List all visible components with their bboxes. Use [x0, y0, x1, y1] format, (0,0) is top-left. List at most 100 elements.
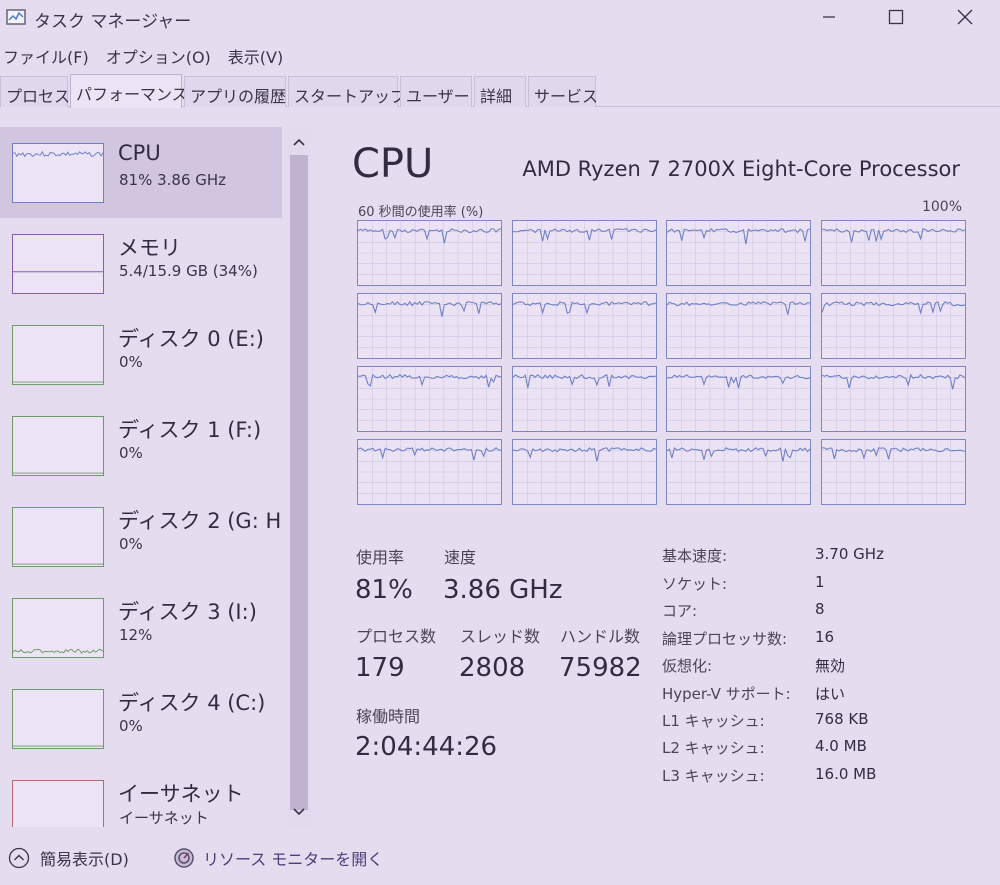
scroll-thumb[interactable] [290, 155, 308, 810]
tab-performance[interactable]: パフォーマンス [70, 74, 188, 108]
spec-value-l2-cache: 4.0 MB [815, 737, 867, 755]
spec-label-virtualization: 仮想化: [662, 657, 713, 675]
tab-startup[interactable]: スタートアップ [288, 76, 406, 107]
cpu-model-name: AMD Ryzen 7 2700X Eight-Core Processor [522, 157, 960, 181]
sidebar-item-title: イーサネット [118, 782, 244, 806]
logical-processor-graphs [357, 220, 966, 506]
scroll-up-button[interactable] [287, 131, 311, 153]
spec-label-base-speed: 基本速度: [662, 547, 728, 565]
cpu-detail-panel: CPU AMD Ryzen 7 2700X Eight-Core Process… [330, 127, 990, 827]
title-bar: タスク マネージャー [0, 0, 1000, 36]
handles-label: ハンドル数 [560, 627, 641, 646]
spec-label-l3-cache: L3 キャッシュ: [662, 767, 765, 785]
sidebar-item-title: ディスク 1 (F:) [118, 418, 262, 442]
usage-label: 使用率 [356, 548, 405, 567]
sidebar-item-subtitle: 12% [119, 626, 153, 644]
spec-label-l2-cache: L2 キャッシュ: [662, 739, 765, 757]
tab-app-history[interactable]: アプリの履歴 [184, 76, 286, 107]
sidebar-item-disk-1[interactable]: ディスク 1 (F:) 0% [0, 400, 282, 491]
spec-label-logical-processors: 論理プロセッサ数: [662, 630, 788, 648]
disk-thumbnail-graph [12, 507, 104, 567]
menu-file[interactable]: ファイル(F) [0, 42, 97, 70]
page-title: CPU [352, 141, 434, 187]
sidebar-scrollbar[interactable] [287, 127, 311, 827]
maximize-icon [888, 9, 904, 25]
logical-processor-graph-2 [666, 220, 811, 286]
handles-value: 75982 [559, 653, 642, 683]
close-icon [957, 9, 973, 25]
task-manager-icon [6, 9, 26, 25]
open-resource-monitor-link[interactable]: リソース モニターを開く [173, 846, 383, 870]
logical-processor-graph-0 [357, 220, 502, 286]
ethernet-thumbnail-graph [12, 780, 104, 827]
graph-max-label: 100% [921, 199, 962, 215]
spec-value-hyperv: はい [815, 685, 846, 703]
tab-details[interactable]: 詳細 [474, 76, 526, 107]
sidebar-item-subtitle: イーサネット [119, 809, 209, 827]
tab-users[interactable]: ユーザー [400, 76, 472, 107]
sidebar-item-disk-3[interactable]: ディスク 3 (I:) 12% [0, 582, 282, 673]
logical-processor-graph-6 [666, 293, 811, 359]
chevron-down-icon [293, 808, 305, 816]
logical-processor-graph-5 [511, 293, 657, 359]
sidebar-item-ethernet[interactable]: イーサネット イーサネット [0, 764, 282, 827]
fewer-details-label: 簡易表示(D) [40, 850, 129, 869]
close-button[interactable] [942, 0, 988, 34]
footer-bar: 簡易表示(D) リソース モニターを開く [0, 840, 1000, 880]
spec-label-sockets: ソケット: [662, 575, 728, 593]
open-resource-monitor-label: リソース モニターを開く [203, 850, 384, 869]
sidebar-item-title: ディスク 0 (E:) [118, 327, 264, 351]
spec-value-virtualization: 無効 [815, 657, 846, 675]
logical-processor-graph-3 [820, 220, 966, 286]
fewer-details-button[interactable]: 簡易表示(D) [8, 846, 129, 870]
sidebar-item-subtitle: 0% [119, 444, 143, 462]
disk-thumbnail-graph [12, 689, 104, 749]
cpu-thumbnail-graph [12, 143, 104, 203]
sidebar-item-disk-4[interactable]: ディスク 4 (C:) 0% [0, 673, 282, 764]
logical-processor-graph-13 [511, 439, 657, 505]
minimize-button[interactable] [806, 0, 852, 34]
menu-options[interactable]: オプション(O) [103, 42, 219, 70]
speed-label: 速度 [444, 548, 477, 567]
sidebar-item-subtitle: 81% 3.86 GHz [119, 171, 227, 189]
sidebar-item-subtitle: 0% [119, 353, 143, 371]
spec-value-base-speed: 3.70 GHz [815, 545, 884, 563]
disk-thumbnail-graph [12, 416, 104, 476]
menu-view[interactable]: 表示(V) [225, 42, 291, 70]
logical-processor-graph-12 [357, 439, 502, 505]
spec-value-logical-processors: 16 [815, 628, 835, 646]
maximize-button[interactable] [873, 0, 919, 34]
sidebar-item-title: メモリ [118, 236, 181, 260]
sidebar-item-disk-2[interactable]: ディスク 2 (G: H:) 0% [0, 491, 282, 582]
resource-monitor-icon [173, 847, 195, 869]
logical-processor-graph-11 [820, 366, 966, 432]
sidebar-item-disk-0[interactable]: ディスク 0 (E:) 0% [0, 309, 282, 400]
logical-processor-graph-1 [511, 220, 657, 286]
spec-label-hyperv: Hyper-V サポート: [662, 685, 791, 703]
spec-value-sockets: 1 [815, 573, 825, 591]
chevron-up-circle-icon [8, 847, 30, 869]
memory-thumbnail-graph [12, 234, 104, 294]
sidebar-item-title: CPU [118, 141, 161, 165]
usage-value: 81% [355, 575, 413, 605]
logical-processor-graph-4 [357, 293, 502, 359]
sidebar-item-subtitle: 5.4/15.9 GB (34%) [119, 262, 258, 280]
sidebar-item-memory[interactable]: メモリ 5.4/15.9 GB (34%) [0, 218, 282, 309]
window-title: タスク マネージャー [34, 12, 192, 32]
uptime-label: 稼働時間 [356, 707, 421, 726]
tab-processes[interactable]: プロセス [0, 76, 70, 107]
task-manager-window: タスク マネージャー ファイル(F) オプション(O) 表示(V) プロセス パ… [0, 0, 1000, 885]
spec-label-cores: コア: [662, 602, 698, 620]
graph-caption: 60 秒間の使用率 (%) [358, 205, 484, 220]
processes-label: プロセス数 [356, 627, 437, 646]
threads-label: スレッド数 [460, 627, 541, 646]
sidebar-item-subtitle: 0% [119, 535, 143, 553]
spec-value-cores: 8 [815, 600, 825, 618]
logical-processor-graph-7 [820, 293, 966, 359]
spec-value-l1-cache: 768 KB [815, 710, 869, 728]
sidebar-item-title: ディスク 3 (I:) [118, 600, 257, 624]
sidebar-item-cpu[interactable]: CPU 81% 3.86 GHz [0, 127, 282, 218]
tab-services[interactable]: サービス [528, 76, 598, 107]
minimize-icon [823, 16, 835, 18]
scroll-down-button[interactable] [287, 801, 311, 823]
